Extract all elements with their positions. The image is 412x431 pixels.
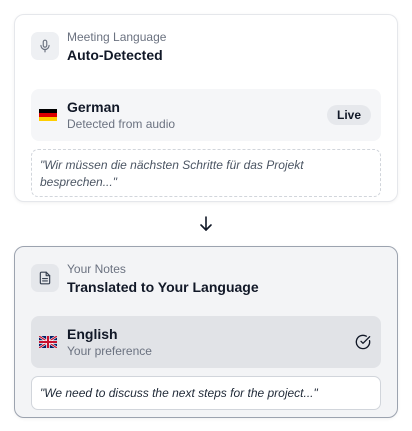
translated-quote: "We need to discuss the next steps for t… xyxy=(31,376,381,410)
your-notes-card: Your Notes Translated to Your Language E… xyxy=(14,246,398,418)
live-badge: Live xyxy=(326,105,371,125)
check-circle-icon xyxy=(355,334,371,350)
meeting-language-label: Meeting Language xyxy=(67,30,167,44)
detected-language-name: German xyxy=(67,99,120,115)
meeting-language-title: Auto-Detected xyxy=(67,47,163,63)
source-quote: "Wir müssen die nächsten Schritte für da… xyxy=(31,149,381,197)
your-notes-label: Your Notes xyxy=(67,262,126,276)
target-language-row[interactable]: English Your preference xyxy=(31,316,381,368)
detected-language-subtitle: Detected from audio xyxy=(67,117,176,131)
detected-language-row: German Detected from audio Live xyxy=(31,89,381,141)
arrow-down-icon xyxy=(200,216,212,231)
meeting-language-header: Meeting Language Auto-Detected xyxy=(31,29,381,67)
document-icon xyxy=(31,264,59,292)
meeting-language-card: Meeting Language Auto-Detected German De… xyxy=(14,14,398,202)
your-notes-header: Your Notes Translated to Your Language xyxy=(31,261,381,299)
flag-uk-icon xyxy=(39,336,57,348)
microphone-icon xyxy=(31,32,59,60)
flag-germany-icon xyxy=(39,109,57,121)
target-language-name: English xyxy=(67,326,118,342)
target-language-subtitle: Your preference xyxy=(67,344,152,358)
your-notes-title: Translated to Your Language xyxy=(67,279,259,295)
